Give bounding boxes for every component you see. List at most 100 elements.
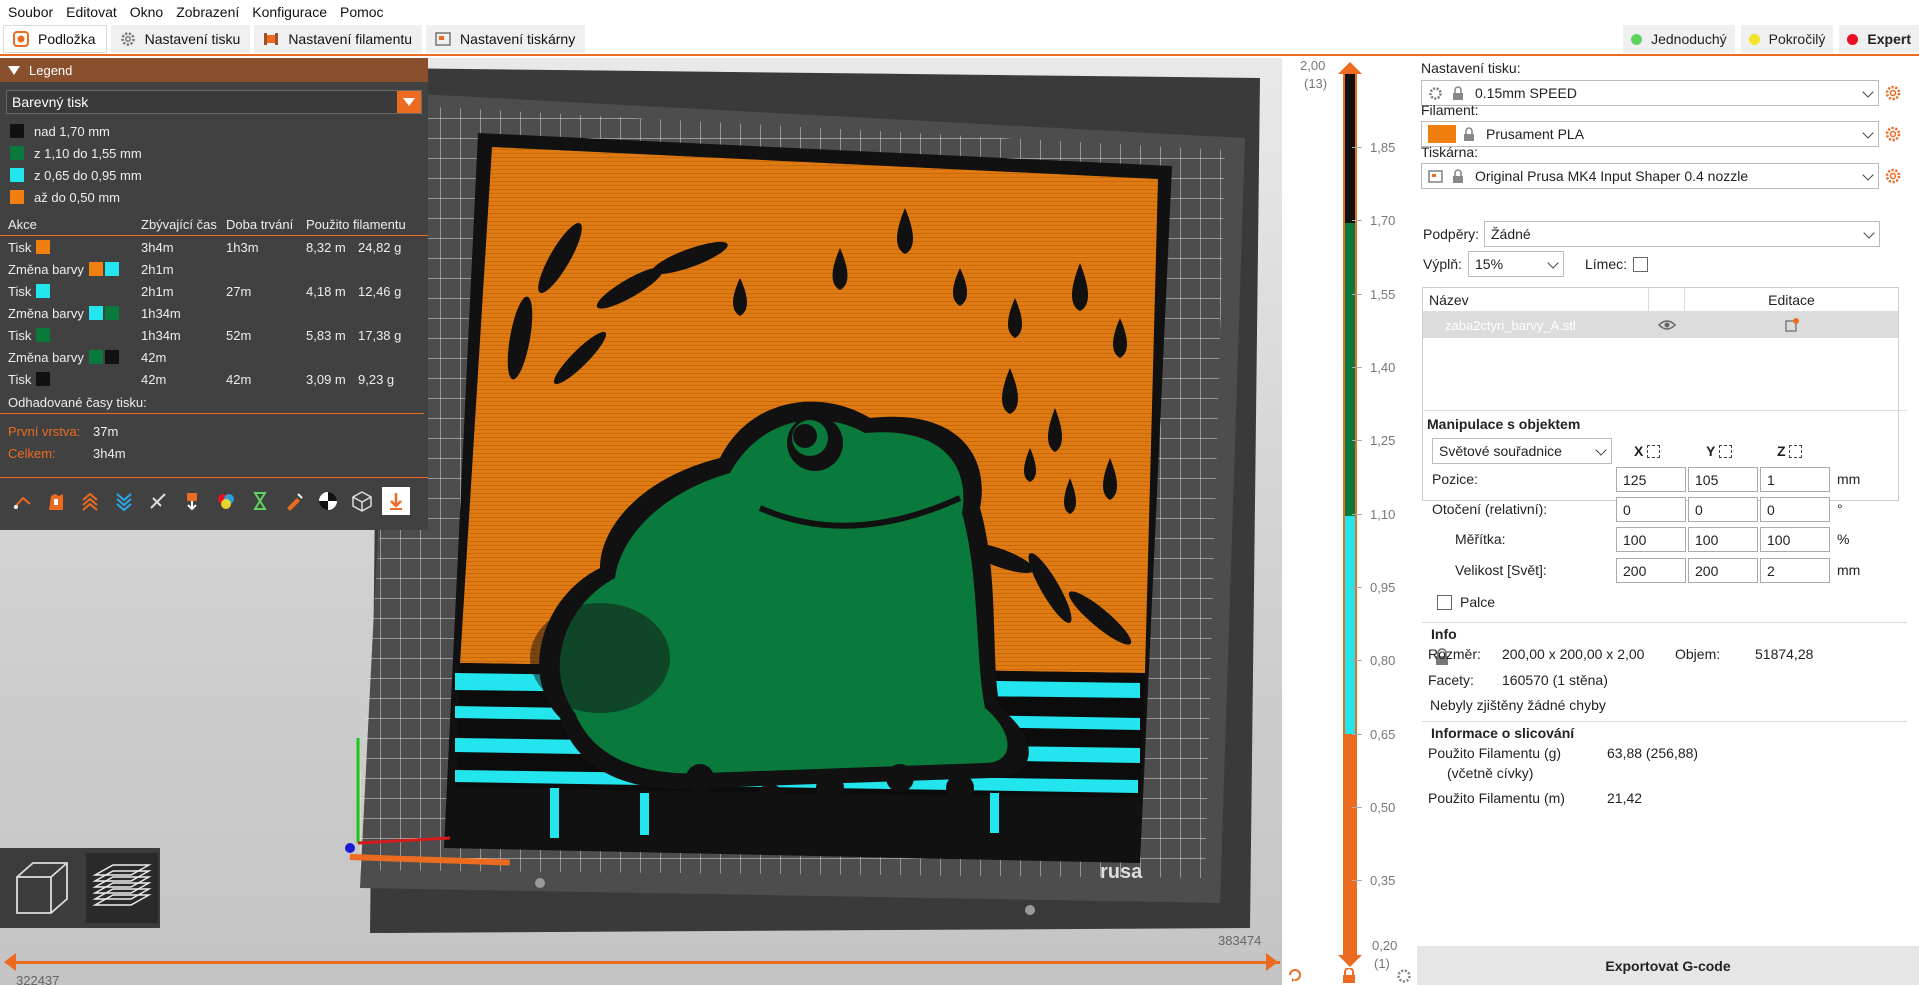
edit-object-icon[interactable] — [1685, 317, 1898, 333]
retractions-icon[interactable] — [76, 487, 104, 515]
layer-bottom-value: 0,20 — [1372, 938, 1398, 953]
rotation-unit: ° — [1837, 501, 1843, 517]
mode-switcher: Jednoduchý Pokročilý Expert — [1617, 25, 1919, 53]
menu-view[interactable]: Zobrazení — [174, 4, 250, 20]
horizontal-move-slider[interactable] — [8, 961, 1280, 964]
wipe-toggle-icon[interactable] — [42, 487, 70, 515]
section-divider — [1422, 410, 1907, 411]
dropdown-arrow-icon — [397, 91, 421, 113]
action-label: Změna barvy — [8, 261, 84, 277]
axis-z-label: Z — [1777, 443, 1803, 459]
layer-tick: 0,35 — [1351, 873, 1396, 888]
size-z-input[interactable]: 2 — [1760, 558, 1830, 583]
cog-icon[interactable] — [1287, 967, 1303, 985]
mode-advanced-button[interactable]: Pokročilý — [1740, 25, 1834, 53]
filament-select[interactable]: Prusament PLA — [1421, 121, 1879, 147]
color-changes-icon[interactable] — [212, 487, 240, 515]
coordinate-system-select[interactable]: Světové souřadnice — [1432, 438, 1612, 464]
time-value: 3h4m — [93, 445, 126, 461]
axis-drop-icon[interactable] — [1647, 445, 1661, 458]
mode-simple-button[interactable]: Jednoduchý — [1623, 25, 1735, 53]
axis-drop-icon[interactable] — [1789, 445, 1803, 458]
menu-configuration[interactable]: Konfigurace — [250, 4, 338, 20]
table-row: Tisk 3h4m 1h3m 8,32 m 24,82 g — [0, 236, 428, 258]
printer-icon — [1428, 169, 1443, 184]
view-type-select[interactable]: Barevný tisk — [6, 90, 422, 114]
printer-edit-icon[interactable] — [1884, 167, 1902, 185]
range-label: nad 1,70 mm — [34, 123, 110, 139]
mode-expert-button[interactable]: Expert — [1839, 25, 1919, 53]
filament-length: 5,83 m — [306, 327, 346, 343]
brim-checkbox[interactable] — [1633, 257, 1648, 272]
filament-length: 8,32 m — [306, 239, 346, 255]
size-info-label: Rozměr: — [1428, 646, 1481, 662]
tool-changes-icon[interactable] — [178, 487, 206, 515]
supports-value: Žádné — [1491, 226, 1531, 242]
export-gcode-button[interactable]: Exportovat G-code — [1417, 946, 1919, 985]
filament-edit-icon[interactable] — [1884, 125, 1902, 143]
rotation-z-input[interactable]: 0 — [1760, 497, 1830, 522]
eye-icon[interactable] — [1648, 319, 1685, 331]
legend-header[interactable]: Legend — [0, 58, 428, 82]
axis-letter: Y — [1706, 443, 1716, 459]
position-y-input[interactable]: 105 — [1688, 467, 1758, 492]
tab-print-settings[interactable]: Nastavení tisku — [110, 25, 251, 53]
estimated-times-title: Odhadované časy tisku: — [0, 392, 424, 414]
size-y-input[interactable]: 200 — [1688, 558, 1758, 583]
pause-prints-icon[interactable] — [246, 487, 274, 515]
settings-gear-icon[interactable] — [1396, 968, 1412, 985]
menu-edit[interactable]: Editovat — [64, 4, 128, 20]
shells-icon[interactable] — [348, 487, 376, 515]
layer-top-index: (13) — [1304, 76, 1328, 91]
object-row[interactable]: zaba2ctyri_barvy_A.stl — [1423, 312, 1898, 338]
scale-z-input[interactable]: 100 — [1760, 527, 1830, 552]
position-z-input[interactable]: 1 — [1760, 467, 1830, 492]
rotation-y-input[interactable]: 0 — [1688, 497, 1758, 522]
tool-marker-icon[interactable] — [382, 486, 410, 515]
axis-drop-icon[interactable] — [1718, 445, 1732, 458]
menu-window[interactable]: Okno — [128, 4, 174, 20]
printer-select[interactable]: Original Prusa MK4 Input Shaper 0.4 nozz… — [1421, 163, 1879, 189]
table-row: Změna barvy 42m — [0, 346, 428, 368]
center-of-gravity-icon[interactable] — [314, 487, 342, 515]
gear-icon — [1428, 86, 1443, 101]
print-settings-edit-icon[interactable] — [1884, 84, 1902, 102]
filament-weight: 9,23 g — [358, 371, 395, 387]
tab-filament-settings[interactable]: Nastavení filamentu — [254, 25, 423, 53]
tab-plater[interactable]: Podložka — [3, 25, 107, 53]
custom-gcode-icon[interactable] — [280, 487, 308, 515]
tab-label: Nastavení tiskárny — [460, 31, 576, 47]
lock-icon — [1462, 126, 1476, 142]
slider-lower-value: 322437 — [16, 973, 60, 985]
menu-help[interactable]: Pomoc — [338, 4, 395, 20]
rotation-x-input[interactable]: 0 — [1616, 497, 1686, 522]
print-settings-select[interactable]: 0.15mm SPEED — [1421, 80, 1879, 106]
position-x-input[interactable]: 125 — [1616, 467, 1686, 492]
scale-y-input[interactable]: 100 — [1688, 527, 1758, 552]
color-swatch — [36, 328, 51, 342]
slider-upper-thumb[interactable] — [1266, 953, 1278, 971]
tab-printer-settings[interactable]: Nastavení tiskárny — [426, 25, 586, 53]
infill-select[interactable]: 15% — [1468, 251, 1564, 277]
filament-weight: 12,46 g — [358, 283, 402, 299]
travel-toggle-icon[interactable] — [8, 487, 36, 515]
supports-select[interactable]: Žádné — [1484, 221, 1880, 247]
layer-lower-thumb[interactable] — [1338, 955, 1362, 967]
inches-checkbox[interactable] — [1437, 595, 1452, 610]
3d-view-button[interactable] — [6, 853, 78, 923]
layer-upper-thumb[interactable] — [1338, 62, 1362, 74]
red-dot-icon — [1847, 33, 1859, 45]
size-x-input[interactable]: 200 — [1616, 558, 1686, 583]
lock-icon[interactable] — [1341, 967, 1357, 985]
scale-x-input[interactable]: 100 — [1616, 527, 1686, 552]
supports-label: Podpěry: — [1423, 226, 1480, 242]
deretractions-icon[interactable] — [110, 487, 138, 515]
menu-file[interactable]: Soubor — [6, 4, 64, 20]
preview-view-button[interactable] — [86, 853, 158, 923]
filament-color-swatch[interactable] — [1428, 125, 1456, 143]
action-label: Tisk — [8, 371, 32, 387]
slider-lower-thumb[interactable] — [4, 953, 16, 971]
seams-icon[interactable] — [144, 487, 172, 515]
right-sidebar: Nastavení tisku: 0.15mm SPEED Filament: … — [1417, 58, 1919, 985]
collapse-triangle-icon — [8, 65, 20, 75]
